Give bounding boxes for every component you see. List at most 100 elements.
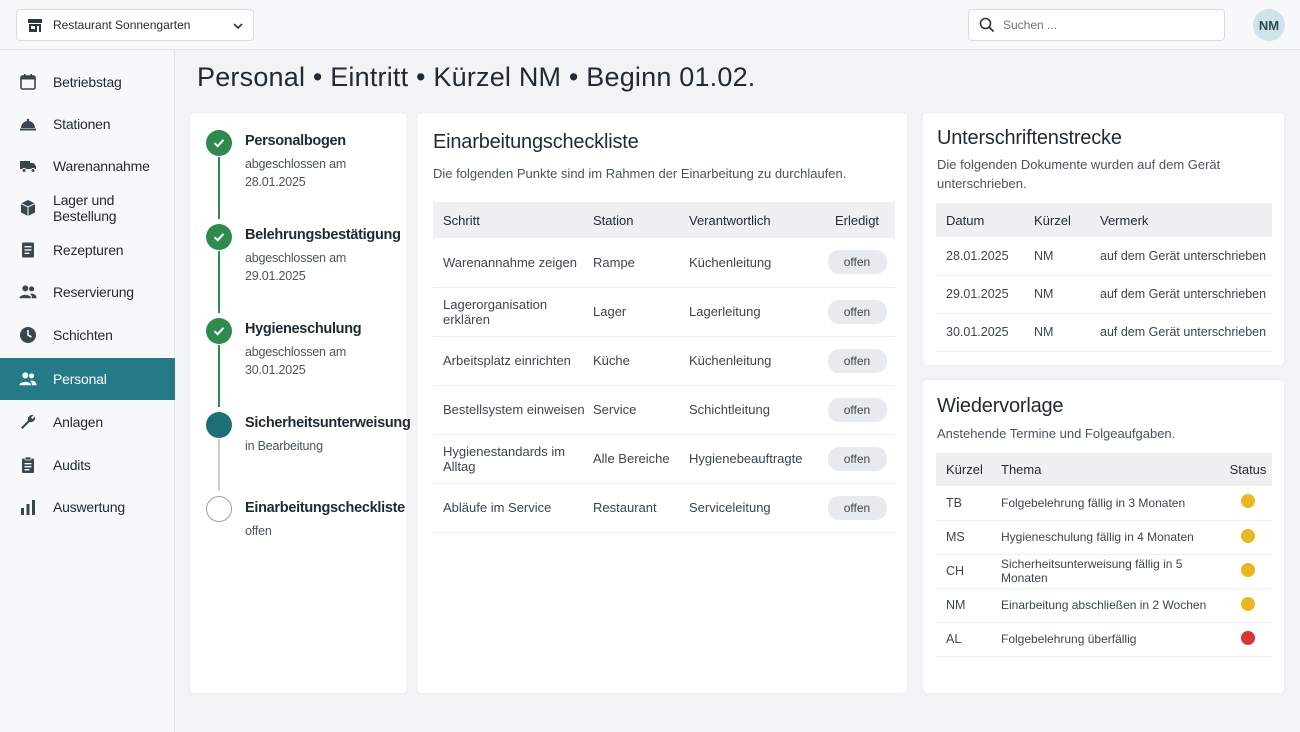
table-row[interactable]: Arbeitsplatz einrichten Küche Küchenleit… [433,336,895,386]
timeline-connector [218,439,220,491]
topic-cell: Folgebelehrung fällig in 3 Monaten [1001,486,1224,521]
check-icon [206,130,232,156]
owner-cell: Serviceleitung [689,483,819,533]
table-header-row: Schritt Station Verantwortlich Erledigt [433,202,895,238]
card-title: Einarbeitungscheckliste [433,131,639,153]
owner-cell: Lagerleitung [689,287,819,337]
step-title: Einarbeitungscheckliste [245,500,405,516]
search-box[interactable] [968,9,1225,41]
sidebar-item-betriebstag[interactable]: Betriebstag [0,61,175,103]
station-cell: Küche [593,336,689,386]
station-cell: Service [593,385,689,435]
step-title: Belehrungsbestätigung [245,227,401,243]
topic-cell: Einarbeitung abschließen in 2 Wochen [1001,588,1224,623]
table-row[interactable]: CH Sicherheitsunterweisung fällig in 5 M… [936,554,1272,589]
step-cell: Arbeitsplatz einrichten [433,336,593,386]
step-cell: Bestellsystem einweisen [433,385,593,435]
onboarding-checklist-card: Einarbeitungscheckliste Die folgenden Pu… [417,113,907,693]
table-row[interactable]: AL Folgebelehrung überfällig [936,622,1272,657]
sidebar-item-stationen[interactable]: Stationen [0,103,175,145]
sidebar-item-label: Rezepturen [53,242,124,258]
signatures-table: Datum Kürzel Vermerk 28.01.2025 NM auf d… [936,203,1272,352]
column-header: Erledigt [819,202,895,238]
done-status-badge[interactable]: offen [827,299,887,324]
table-row[interactable]: NM Einarbeitung abschließen in 2 Wochen [936,588,1272,623]
status-indicator [1241,494,1255,509]
step-cell: Warenannahme zeigen [433,238,593,288]
step-date: 29.01.2025 [245,269,306,283]
sidebar-item-label: Betriebstag [53,74,122,90]
sidebar-item-label: Stationen [53,116,111,132]
status-indicator [1241,562,1255,577]
owner-cell: Küchenleitung [689,336,819,386]
table-row[interactable]: Lagerorganisation erklären Lager Lagerle… [433,287,895,337]
station-cell: Restaurant [593,483,689,533]
sidebar-item-label: Anlagen [53,414,103,430]
done-status-badge[interactable]: offen [827,495,887,520]
sidebar-item-schichten[interactable]: Schichten [0,314,175,356]
owner-cell: Schichtleitung [689,385,819,435]
sidebar-item-personal[interactable]: Personal [0,358,175,400]
status-indicator [1241,630,1255,645]
done-status-badge[interactable]: offen [827,250,887,275]
done-status-badge[interactable]: offen [827,397,887,422]
sidebar-item-anlagen[interactable]: Anlagen [0,401,175,443]
step-status: offen [245,524,272,538]
restaurant-select[interactable]: Restaurant Sonnengarten [16,9,254,41]
card-description: Die folgenden Punkte sind im Rahmen der … [433,166,847,181]
table-row[interactable]: TB Folgebelehrung fällig in 3 Monaten [936,486,1272,521]
station-cell: Lager [593,287,689,337]
chevron-down-icon [233,20,243,30]
card-description: Die folgenden Dokumente wurden auf dem G… [937,157,1221,191]
column-header: Kürzel [1034,203,1100,237]
status-indicator [1241,528,1255,543]
check-icon [206,224,232,250]
date-cell: 30.01.2025 [936,313,1034,352]
done-status-badge[interactable]: offen [827,446,887,471]
avatar[interactable]: NM [1253,9,1285,41]
table-row[interactable]: MS Hygieneschulung fällig in 4 Monaten [936,520,1272,555]
note-cell: auf dem Gerät unterschrieben [1100,313,1272,352]
initials-cell: MS [936,520,1001,555]
column-header: Verantwortlich [689,202,819,238]
step-title: Sicherheitsunterweisung [245,415,411,431]
note-cell: auf dem Gerät unterschrieben [1100,275,1272,314]
search-input[interactable] [1003,18,1203,32]
table-row[interactable]: 29.01.2025 NM auf dem Gerät unterschrieb… [936,275,1272,314]
sidebar-item-warenannahme[interactable]: Warenannahme [0,145,175,187]
sidebar-item-label: Lager und Bestellung [53,192,117,224]
done-status-badge[interactable]: offen [827,348,887,373]
card-title: Unterschriftenstrecke [937,127,1122,149]
table-row[interactable]: 28.01.2025 NM auf dem Gerät unterschrieb… [936,237,1272,276]
sidebar-item-rezepturen[interactable]: Rezepturen [0,229,175,271]
calendar-icon [19,73,37,91]
initials-cell: NM [1034,237,1100,276]
initials-cell: NM [936,588,1001,623]
initials-cell: TB [936,486,1001,521]
topic-cell: Folgebelehrung überfällig [1001,622,1224,657]
table-row[interactable]: Abläufe im Service Restaurant Servicelei… [433,483,895,533]
date-cell: 28.01.2025 [936,237,1034,276]
clock-icon [19,326,37,344]
followups-card: Wiedervorlage Anstehende Termine und Fol… [923,380,1284,693]
table-row[interactable]: 30.01.2025 NM auf dem Gerät unterschrieb… [936,313,1272,352]
initials-cell: NM [1034,313,1100,352]
onboarding-progress-card: Personalbogen abgeschlossen am 28.01.202… [190,113,411,693]
sidebar-item-auswertung[interactable]: Auswertung [0,486,175,528]
station-cell: Alle Bereiche [593,434,689,484]
column-header: Datum [936,203,1034,237]
sidebar-item-reservierung[interactable]: Reservierung [0,271,175,313]
table-row[interactable]: Hygienestandards im Alltag Alle Bereiche… [433,434,895,484]
date-cell: 29.01.2025 [936,275,1034,314]
store-icon [27,17,43,33]
sidebar-item-label: Auswertung [53,499,125,515]
sidebar-item-audits[interactable]: Audits [0,444,175,486]
owner-cell: Küchenleitung [689,238,819,288]
station-cell: Rampe [593,238,689,288]
sidebar-item-lager[interactable]: Lager und Bestellung [0,187,175,229]
column-header: Station [593,202,689,238]
table-row[interactable]: Warenannahme zeigen Rampe Küchenleitung … [433,238,895,288]
table-row[interactable]: Bestellsystem einweisen Service Schichtl… [433,385,895,435]
document-icon [19,241,37,259]
step-title: Personalbogen [245,133,346,149]
